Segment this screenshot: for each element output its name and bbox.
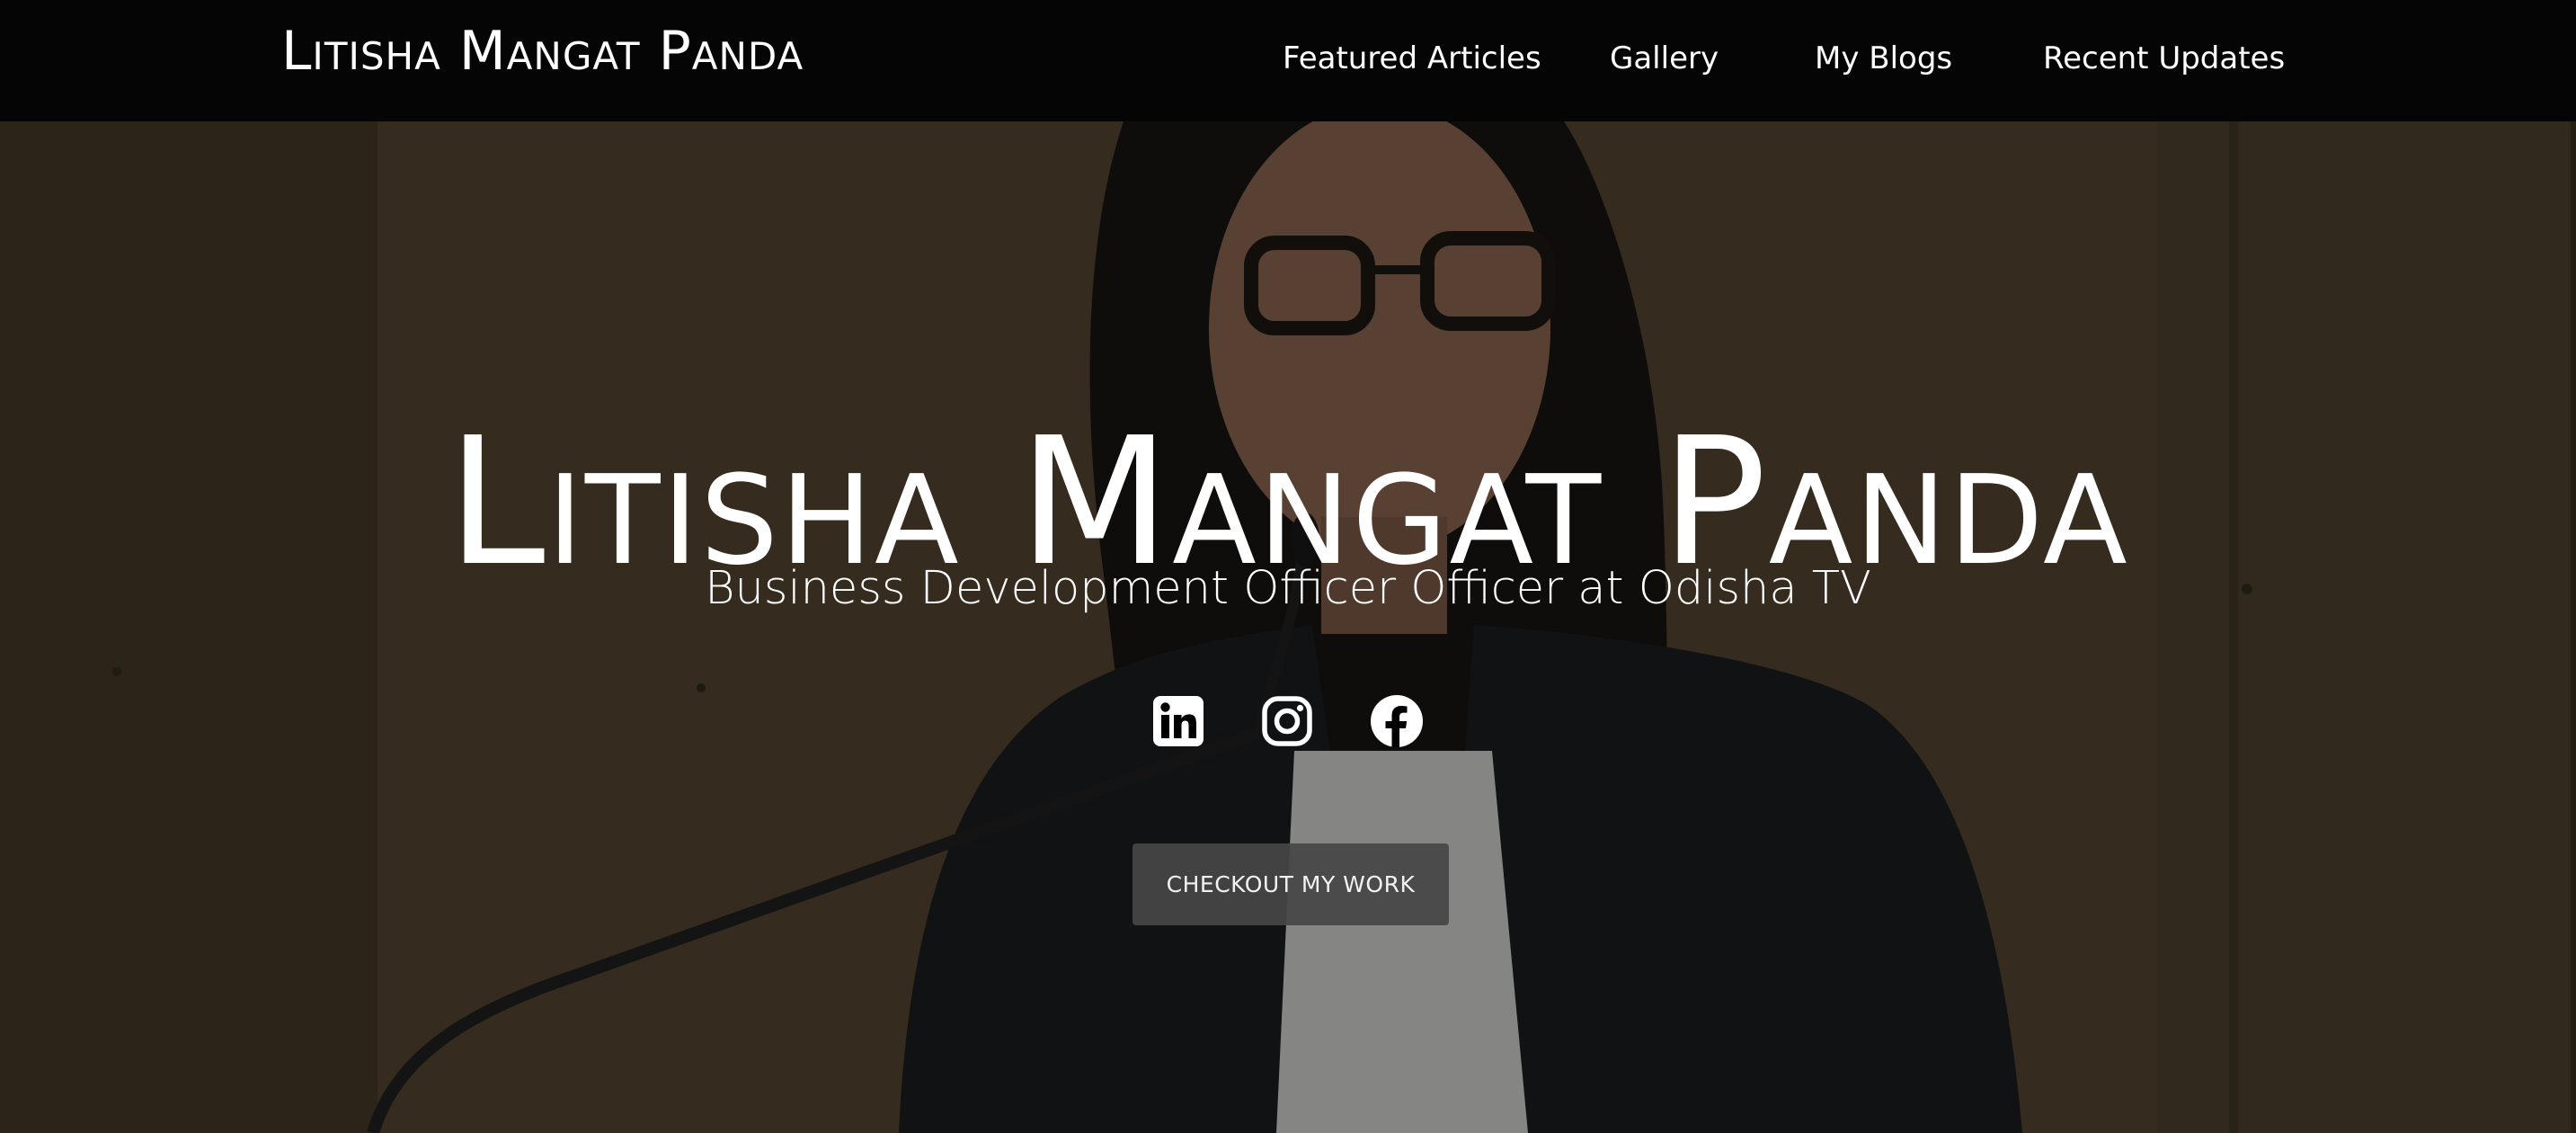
nav-recent-updates[interactable]: Recent Updates xyxy=(2043,36,2285,81)
facebook-icon[interactable] xyxy=(1370,694,1424,748)
nav-featured-articles[interactable]: Featured Articles xyxy=(1283,36,1541,81)
top-navigation-bar: Litisha Mangat Panda Featured Articles G… xyxy=(0,0,2576,121)
portfolio-page: Litisha Mangat Panda Featured Articles G… xyxy=(0,0,2576,1133)
hero-dark-overlay xyxy=(0,121,2576,1133)
hero-subtitle: Business Development Officer Officer at … xyxy=(705,562,1871,615)
hero-section xyxy=(0,121,2576,1133)
brand-logo-link[interactable]: Litisha Mangat Panda xyxy=(281,20,804,83)
nav-my-blogs[interactable]: My Blogs xyxy=(1815,36,1952,81)
instagram-icon[interactable] xyxy=(1260,694,1314,748)
nav-gallery[interactable]: Gallery xyxy=(1610,36,1719,81)
checkout-my-work-button[interactable]: CHECKOUT MY WORK xyxy=(1133,843,1449,925)
linkedin-icon[interactable] xyxy=(1151,694,1205,748)
